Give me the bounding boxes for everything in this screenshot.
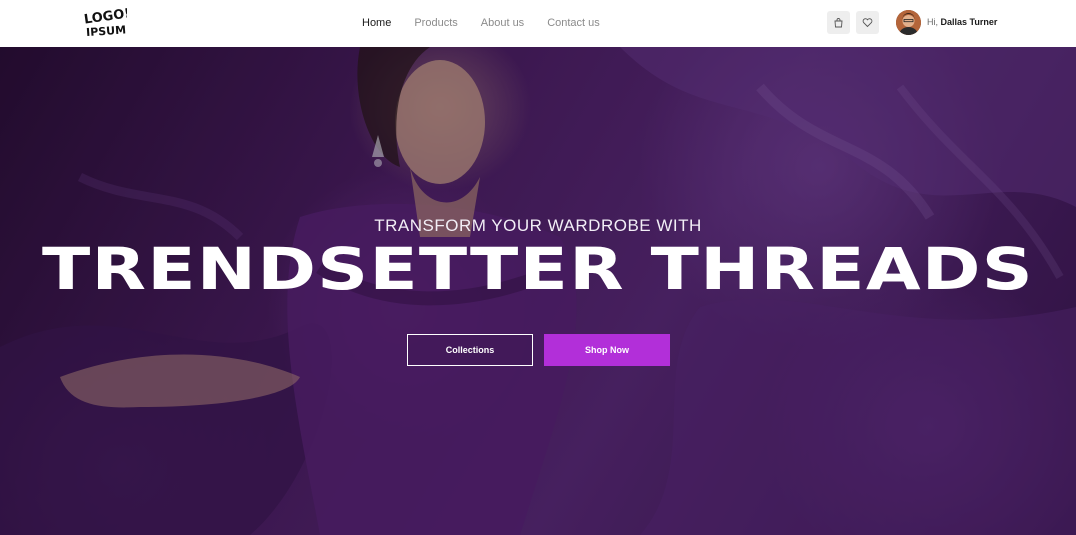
nav-products[interactable]: Products (414, 15, 457, 31)
cart-button[interactable] (827, 11, 850, 34)
logo[interactable]: LOGO! IPSUM (83, 8, 127, 38)
logo-icon: LOGO! IPSUM (83, 8, 127, 38)
site-header: LOGO! IPSUM Home Products About us Conta… (0, 0, 1076, 47)
shopping-bag-icon (834, 18, 843, 28)
main-nav: Home Products About us Contact us (362, 15, 600, 31)
user-avatar-icon (896, 10, 921, 35)
collections-button[interactable]: Collections (407, 334, 533, 366)
nav-about-us[interactable]: About us (481, 15, 524, 31)
avatar[interactable] (896, 10, 921, 35)
wishlist-button[interactable] (856, 11, 879, 34)
hero-banner: TRANSFORM YOUR WARDROBE WITH TRENDSETTER… (0, 47, 1076, 535)
svg-text:IPSUM: IPSUM (86, 23, 127, 38)
heart-icon (862, 18, 873, 28)
hero-title: TRENDSETTER THREADS (42, 235, 1034, 303)
user-greeting: Hi, Dallas Turner (927, 15, 997, 29)
shop-now-button[interactable]: Shop Now (544, 334, 670, 366)
nav-contact-us[interactable]: Contact us (547, 15, 600, 31)
greeting-prefix: Hi, (927, 17, 941, 27)
nav-home[interactable]: Home (362, 15, 391, 31)
user-name[interactable]: Dallas Turner (941, 17, 998, 27)
